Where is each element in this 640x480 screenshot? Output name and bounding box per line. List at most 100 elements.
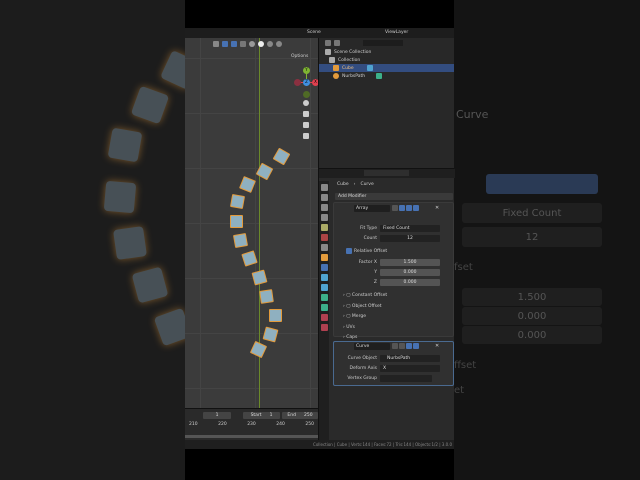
cage-icon[interactable] (399, 205, 405, 211)
add-modifier-button[interactable]: Add Modifier (335, 193, 453, 200)
relative-offset-checkbox[interactable]: Relative Offset (346, 248, 387, 254)
properties-search[interactable] (364, 170, 409, 176)
curve-object-field[interactable]: NurbsPath (380, 355, 440, 362)
deform-axis-label: Deform Axis (349, 366, 378, 371)
view-layer-selector[interactable]: ViewLayer (385, 30, 408, 35)
zoom-icon[interactable] (303, 100, 309, 106)
outliner-item[interactable]: Cube (319, 64, 454, 72)
mirror-text: et (454, 385, 465, 396)
world-tab[interactable] (320, 234, 328, 241)
outliner-item[interactable]: NurbsPath (319, 72, 454, 80)
array-subpanels: › ▢ Constant Offset › ▢ Object Offset › … (343, 291, 387, 344)
viewport-header-tools (213, 41, 282, 47)
constraints-tab[interactable] (320, 294, 328, 301)
array-cube[interactable] (272, 147, 291, 166)
transform-icon[interactable] (213, 41, 219, 47)
data-tab[interactable] (320, 304, 328, 311)
factor-x-field[interactable]: 1.500 (380, 259, 440, 266)
end-frame-field[interactable]: End 250 (282, 412, 318, 419)
timeline-ruler: 210 220 230 240 250 (189, 422, 314, 427)
mirror-title: Curve (456, 108, 489, 121)
outliner-item[interactable]: Collection (319, 56, 454, 64)
xray-icon[interactable] (240, 41, 246, 47)
render-icon[interactable] (413, 205, 419, 211)
gizmo-neg-y[interactable] (303, 91, 310, 98)
close-icon[interactable]: ✕ (435, 205, 439, 211)
vertex-group-label: Vertex Group (347, 376, 377, 381)
breadcrumb: Cube › Curve (337, 182, 374, 187)
scene-selector[interactable]: Scene (307, 30, 321, 35)
texture-tab[interactable] (320, 324, 328, 331)
array-cube[interactable] (249, 340, 268, 359)
physics-tab[interactable] (320, 284, 328, 291)
render-icon[interactable] (413, 343, 419, 349)
blurred-cube (130, 85, 170, 125)
mirror-factor: 0.000 (462, 307, 602, 325)
outliner-search[interactable] (363, 40, 403, 46)
curve-name-field[interactable]: Curve (354, 343, 390, 350)
factor-z-field[interactable]: 0.000 (380, 279, 440, 286)
deform-axis-select[interactable]: X (380, 365, 440, 372)
snap-icon[interactable] (222, 41, 228, 47)
gizmo-z[interactable]: Z (303, 79, 310, 86)
factor-y-label: Y (374, 270, 377, 275)
constant-offset-subpanel[interactable]: › ▢ Constant Offset (343, 291, 387, 302)
properties-header (319, 169, 455, 178)
object-tab[interactable] (320, 254, 328, 261)
navigation-gizmo[interactable]: Y Z X (294, 62, 318, 98)
array-cube[interactable] (259, 289, 274, 304)
pan-hand-icon[interactable] (303, 111, 309, 117)
count-field[interactable]: 12 (380, 235, 440, 242)
material-tab[interactable] (320, 314, 328, 321)
mirror-text: ffset (454, 360, 477, 371)
realtime-icon[interactable] (406, 343, 412, 349)
gizmo-neg-x[interactable] (294, 79, 301, 86)
object-offset-subpanel[interactable]: › ▢ Object Offset (343, 302, 387, 313)
fit-type-label: Fit Type (359, 226, 377, 231)
cage-icon[interactable] (399, 343, 405, 349)
view-layer-tab[interactable] (320, 214, 328, 221)
output-tab[interactable] (320, 204, 328, 211)
array-cube[interactable] (269, 309, 282, 322)
particles-tab[interactable] (320, 274, 328, 281)
camera-view-icon[interactable] (303, 122, 309, 128)
modifier-tab[interactable] (320, 264, 328, 271)
mirror-factor: 1.500 (462, 288, 602, 306)
array-cube[interactable] (251, 269, 268, 286)
scene-tab[interactable] (320, 224, 328, 231)
fit-type-select[interactable]: Fixed Count (380, 225, 440, 232)
merge-subpanel[interactable]: › ▢ Merge (343, 312, 387, 323)
gizmo-y[interactable]: Y (303, 67, 310, 74)
timeline[interactable]: 1 Start 1 End 250 210 220 230 240 250 (185, 408, 318, 440)
render-tab[interactable] (320, 194, 328, 201)
edit-mode-icon[interactable] (392, 343, 398, 349)
array-cube[interactable] (229, 193, 246, 210)
rendered-shading-icon[interactable] (276, 41, 282, 47)
vertex-group-field[interactable] (380, 375, 432, 382)
timeline-scrollbar[interactable] (185, 435, 318, 438)
realtime-icon[interactable] (406, 205, 412, 211)
start-frame-field[interactable]: Start 1 (243, 412, 280, 419)
edit-mode-icon[interactable] (392, 205, 398, 211)
overlay-icon[interactable] (231, 41, 237, 47)
current-frame-field[interactable]: 1 (203, 412, 231, 419)
array-cube[interactable] (232, 232, 249, 249)
array-cube[interactable] (230, 215, 243, 228)
array-cube[interactable] (241, 250, 258, 267)
uvs-subpanel[interactable]: › UVs (343, 323, 387, 334)
grid-view-icon[interactable] (303, 133, 309, 139)
3d-viewport[interactable]: Options Y Z X (185, 38, 318, 408)
array-cube[interactable] (262, 326, 279, 343)
collection-tab[interactable] (320, 244, 328, 251)
array-name-field[interactable]: Array (354, 205, 390, 212)
solid-shading-icon[interactable] (258, 41, 264, 47)
tool-tab[interactable] (320, 184, 328, 191)
close-icon[interactable]: ✕ (435, 343, 439, 349)
wireframe-shading-icon[interactable] (249, 41, 255, 47)
material-shading-icon[interactable] (267, 41, 273, 47)
factor-z-label: Z (373, 280, 377, 285)
array-cube[interactable] (239, 176, 256, 193)
options-dropdown[interactable]: Options (291, 54, 308, 59)
outliner-item[interactable]: Scene Collection (319, 48, 454, 56)
factor-y-field[interactable]: 0.000 (380, 269, 440, 276)
